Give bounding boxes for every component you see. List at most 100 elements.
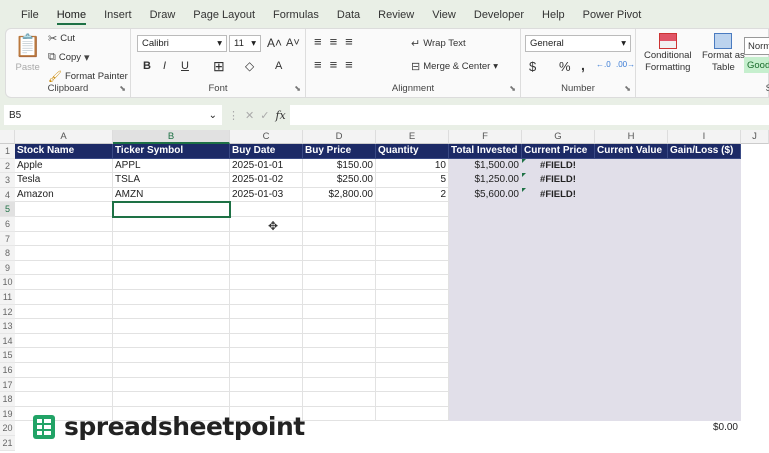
cell-A16[interactable] [15, 363, 113, 378]
spreadsheet-grid[interactable]: A B C D E F G H I J 1 Stock Name Ticker Symbol Buy Da… [0, 130, 769, 453]
cell-D15[interactable] [303, 348, 376, 363]
cell-F10[interactable] [449, 275, 522, 290]
row-header-9[interactable]: 9 [0, 260, 15, 276]
cell-D10[interactable] [303, 275, 376, 290]
cell-I15[interactable] [668, 348, 741, 363]
row-header-21[interactable]: 21 [0, 436, 15, 451]
bold-button[interactable]: B [143, 60, 151, 72]
enter-icon[interactable]: ✓ [260, 109, 269, 122]
cell-D13[interactable] [303, 319, 376, 334]
cell-B11[interactable] [113, 290, 230, 305]
cell-A5[interactable] [15, 202, 113, 217]
cell-H3[interactable] [595, 173, 668, 188]
cell-E2[interactable]: 10 [376, 158, 449, 174]
cell-H6[interactable] [595, 217, 668, 232]
cell-G1[interactable]: Current Price [522, 144, 595, 159]
cell-D12[interactable] [303, 304, 376, 320]
row-header-7[interactable]: 7 [0, 231, 15, 247]
cell-F6[interactable] [449, 217, 522, 232]
name-box[interactable]: B5 ⌄ [4, 105, 222, 125]
cell-F18[interactable] [449, 392, 522, 407]
cell-B17[interactable] [113, 377, 230, 393]
cell-C6[interactable] [230, 217, 303, 232]
increase-decimal-icon[interactable]: ←.0 [596, 60, 611, 69]
dialog-launcher-icon[interactable]: ⬊ [119, 84, 126, 93]
style-normal[interactable]: Norm [744, 37, 769, 55]
copy-button[interactable]: ⧉ Copy ▾ [48, 51, 90, 64]
cell-G9[interactable] [522, 260, 595, 276]
cell-F21[interactable] [449, 436, 522, 451]
conditional-formatting-button[interactable]: Conditional Formatting [644, 33, 692, 73]
cell-G13[interactable] [522, 319, 595, 334]
cell-B8[interactable] [113, 246, 230, 261]
cell-H7[interactable] [595, 231, 668, 247]
cell-D2[interactable]: $150.00 [303, 158, 376, 174]
cell-E3[interactable]: 5 [376, 173, 449, 188]
cell-E4[interactable]: 2 [376, 187, 449, 203]
tab-file[interactable]: File [12, 0, 48, 30]
cell-I5[interactable] [668, 202, 741, 217]
row-header-4[interactable]: 4 [0, 187, 15, 203]
cell-I13[interactable] [668, 319, 741, 334]
row-header-18[interactable]: 18 [0, 392, 15, 407]
cell-F5[interactable] [449, 202, 522, 217]
comma-button[interactable]: , [581, 57, 585, 73]
row-header-20[interactable]: 20 [0, 421, 15, 436]
cell-F11[interactable] [449, 290, 522, 305]
cell-A4[interactable]: Amazon [15, 187, 113, 203]
style-good[interactable]: Good [744, 57, 769, 73]
italic-button[interactable]: I [163, 60, 166, 72]
cell-A7[interactable] [15, 231, 113, 247]
cell-G7[interactable] [522, 231, 595, 247]
cell-G18[interactable] [522, 392, 595, 407]
cell-H5[interactable] [595, 202, 668, 217]
cell-C5[interactable] [230, 202, 303, 217]
currency-button[interactable]: $ [529, 59, 536, 74]
select-all-corner[interactable] [0, 130, 15, 144]
tab-page-layout[interactable]: Page Layout [184, 0, 264, 30]
cell-G11[interactable] [522, 290, 595, 305]
cell-E12[interactable] [376, 304, 449, 320]
cell-B7[interactable] [113, 231, 230, 247]
cell-H16[interactable] [595, 363, 668, 378]
tab-review[interactable]: Review [369, 0, 423, 30]
row-header-2[interactable]: 2 [0, 158, 15, 174]
cell-E17[interactable] [376, 377, 449, 393]
cell-D18[interactable] [303, 392, 376, 407]
cell-E9[interactable] [376, 260, 449, 276]
cell-D8[interactable] [303, 246, 376, 261]
borders-icon[interactable]: ⊞ [213, 58, 225, 75]
cell-D5[interactable] [303, 202, 376, 217]
cell-E8[interactable] [376, 246, 449, 261]
insert-function-icon[interactable]: fx [275, 109, 285, 122]
decrease-font-icon[interactable]: A˅ [286, 37, 300, 49]
fill-color-icon[interactable]: ◇ [245, 59, 254, 73]
cell-B14[interactable] [113, 333, 230, 349]
row-header-14[interactable]: 14 [0, 333, 15, 349]
cell-G20[interactable] [522, 421, 595, 436]
cell-A12[interactable] [15, 304, 113, 320]
cell-I2[interactable] [668, 158, 741, 174]
cell-H14[interactable] [595, 333, 668, 349]
cell-E7[interactable] [376, 231, 449, 247]
cancel-icon[interactable]: ✕ [245, 109, 254, 122]
cell-I21[interactable] [668, 436, 741, 451]
cell-G17[interactable] [522, 377, 595, 393]
wrap-text-button[interactable]: ↵ Wrap Text [411, 37, 466, 50]
cut-button[interactable]: ✂ Cut [48, 32, 75, 45]
column-header-H[interactable]: H [595, 130, 668, 144]
cell-G10[interactable] [522, 275, 595, 290]
error-indicator-icon[interactable] [522, 158, 526, 163]
cell-A2[interactable]: Apple [15, 158, 113, 174]
cell-E14[interactable] [376, 333, 449, 349]
cell-F12[interactable] [449, 304, 522, 320]
cell-H4[interactable] [595, 187, 668, 203]
cell-C7[interactable] [230, 231, 303, 247]
cell-H18[interactable] [595, 392, 668, 407]
dialog-launcher-icon[interactable]: ⬊ [294, 84, 301, 93]
cell-B16[interactable] [113, 363, 230, 378]
cell-C8[interactable] [230, 246, 303, 261]
cell-I6[interactable] [668, 217, 741, 232]
cell-H15[interactable] [595, 348, 668, 363]
cell-B1[interactable]: Ticker Symbol [113, 144, 230, 159]
